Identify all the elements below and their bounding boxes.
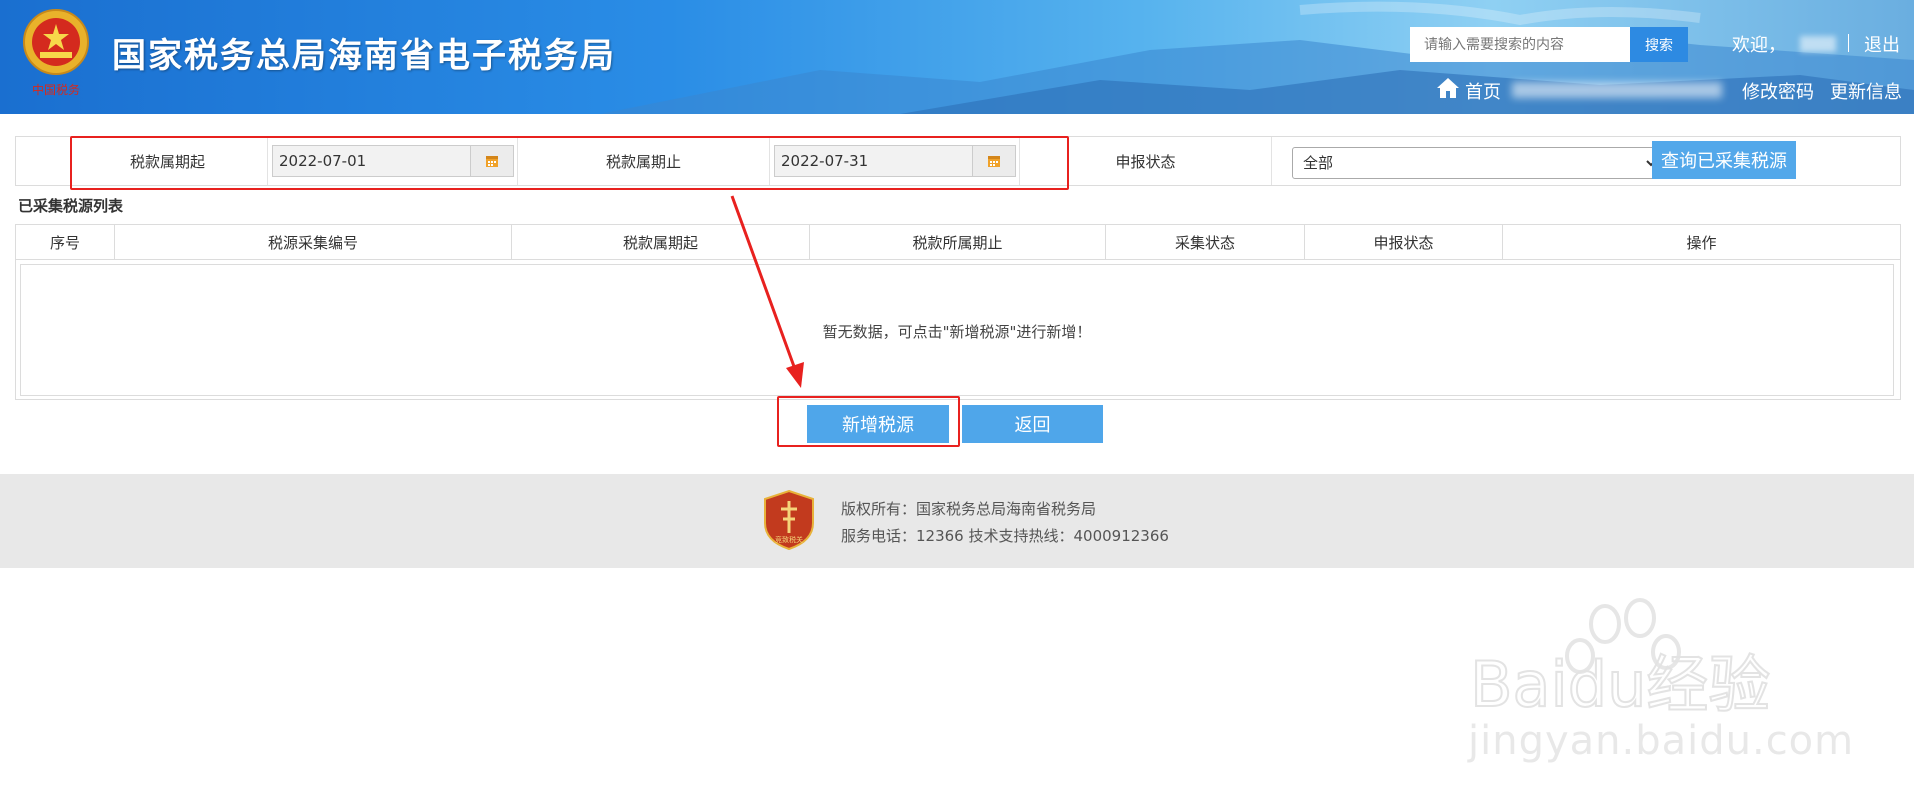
back-button[interactable]: 返回 [962, 405, 1103, 443]
logout-link[interactable]: 退出 [1864, 31, 1900, 57]
svg-text:Baidu经验: Baidu经验 [1470, 648, 1770, 721]
table-body: 暂无数据，可点击"新增税源"进行新增！ [20, 264, 1894, 396]
col-header: 税款属期起 [512, 225, 810, 259]
change-password-link[interactable]: 修改密码 [1742, 78, 1814, 104]
user-info-redacted [1512, 82, 1722, 98]
header-banner: 中国税务 国家税务总局海南省电子税务局 搜索 欢迎， 退出 首页 修改密码 更新… [0, 0, 1914, 114]
home-link[interactable]: 首页 [1465, 78, 1501, 104]
welcome-text: 欢迎， [1732, 35, 1786, 56]
list-title: 已采集税源列表 [18, 197, 124, 215]
home-icon[interactable] [1436, 77, 1460, 99]
copyright-text: 版权所有：国家税务总局海南省税务局 [841, 500, 1097, 518]
search-button[interactable]: 搜索 [1630, 27, 1688, 62]
query-collected-button[interactable]: 查询已采集税源 [1652, 141, 1796, 179]
svg-text:中国税务: 中国税务 [32, 82, 80, 97]
col-header: 操作 [1686, 233, 1717, 252]
status-select[interactable]: 全部 [1292, 147, 1660, 179]
username-redacted [1800, 36, 1836, 52]
divider [1848, 34, 1849, 52]
col-header: 采集状态 [1106, 225, 1305, 259]
highlight-box-dates [70, 136, 1069, 190]
col-header: 申报状态 [1305, 225, 1503, 259]
update-info-link[interactable]: 更新信息 [1830, 78, 1902, 104]
table-header: 序号 税源采集编号 税款属期起 税款所属期止 采集状态 申报状态 操作 [16, 225, 1900, 260]
shield-badge-icon: 竞致税关 [764, 489, 814, 551]
watermark-url: jingyan.baidu.com [1468, 718, 1855, 764]
contact-text: 服务电话：12366 技术支持热线：4000912366 [841, 527, 1169, 545]
tax-source-table: 序号 税源采集编号 税款属期起 税款所属期止 采集状态 申报状态 操作 暂无数据… [15, 224, 1901, 400]
highlight-box-add [777, 396, 960, 447]
svg-text:竞致税关: 竞致税关 [775, 535, 803, 544]
tax-emblem-icon: 中国税务 [23, 9, 89, 97]
col-header: 税款所属期止 [810, 225, 1106, 259]
site-title: 国家税务总局海南省电子税务局 [112, 36, 616, 76]
col-header: 序号 [16, 225, 115, 259]
empty-message: 暂无数据，可点击"新增税源"进行新增！ [822, 323, 1092, 341]
footer: 竞致税关 版权所有：国家税务总局海南省税务局 服务电话：12366 技术支持热线… [0, 474, 1914, 568]
col-header: 税源采集编号 [115, 225, 512, 259]
search-input[interactable] [1410, 27, 1630, 62]
